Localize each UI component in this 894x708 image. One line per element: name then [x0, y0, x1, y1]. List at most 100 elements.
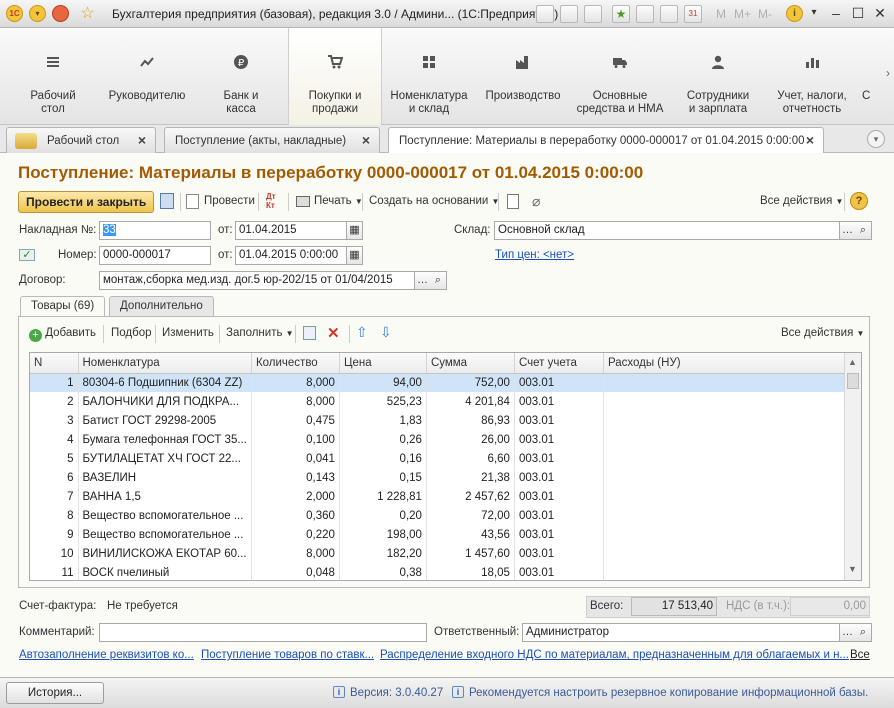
print-button[interactable]: Печать ▼ [314, 195, 363, 207]
table-cell[interactable]: 003.01 [514, 430, 604, 449]
table-cell[interactable]: ВОСК пчелиный [78, 563, 252, 580]
table-cell[interactable]: 003.01 [514, 544, 604, 563]
table-cell[interactable]: 5 [30, 449, 79, 468]
memory-plus-button[interactable]: M+ [734, 7, 751, 21]
table-cell[interactable]: 72,00 [426, 506, 515, 525]
section-more[interactable]: С [862, 28, 876, 125]
table-cell[interactable]: 0,15 [339, 468, 427, 487]
table-cell[interactable]: 7 [30, 487, 79, 506]
receipt-rates-link[interactable]: Поступление товаров по ставк... [201, 649, 374, 661]
section-desktop[interactable]: Рабочий стол [10, 28, 96, 125]
section-employees[interactable]: Сотрудники и зарплата [674, 28, 762, 125]
help-icon[interactable]: ? [850, 192, 868, 210]
invoice-date-field[interactable]: 01.04.2015 [235, 221, 347, 240]
table-cell[interactable]: 2 [30, 392, 79, 411]
table-cell[interactable]: 0,360 [251, 506, 340, 525]
table-row[interactable]: 8 Вещество вспомогательное ... 0,360 0,20 72… [30, 506, 852, 525]
backup-notice[interactable]: Рекомендуется настроить резервное копиро… [469, 687, 868, 699]
tab-desktop[interactable]: Рабочий стол × [6, 127, 156, 153]
scroll-up-icon[interactable]: ▲ [848, 357, 857, 367]
table-cell[interactable]: 0,143 [251, 468, 340, 487]
table-cell[interactable]: 8 [30, 506, 79, 525]
table-cell[interactable]: 003.01 [514, 506, 604, 525]
table-cell[interactable]: 003.01 [514, 563, 604, 580]
table-row[interactable]: 6 ВАЗЕЛИН 0,143 0,15 21,38 003.01 [30, 468, 852, 487]
favorites-star-icon[interactable]: ☆ [79, 5, 96, 22]
close-icon[interactable]: ✕ [870, 4, 890, 22]
close-icon[interactable]: × [806, 132, 814, 148]
table-cell[interactable]: ВАННА 1,5 [78, 487, 252, 506]
table-cell[interactable]: 4 [30, 430, 79, 449]
table-cell[interactable]: 21,38 [426, 468, 515, 487]
select-button[interactable]: … [839, 221, 856, 240]
table-cell[interactable]: 3 [30, 411, 79, 430]
search-icon[interactable]: ⌕ [855, 221, 872, 240]
delete-icon[interactable]: ✕ [327, 324, 340, 342]
favorite-add-icon[interactable]: ★ [612, 5, 630, 23]
table-cell[interactable]: 9 [30, 525, 79, 544]
table-row[interactable]: 7 ВАННА 1,5 2,000 1 228,81 2 457,62 003.01 [30, 487, 852, 506]
table-cell[interactable]: 0,38 [339, 563, 427, 580]
table-cell[interactable] [603, 525, 852, 544]
table-cell[interactable]: 0,220 [251, 525, 340, 544]
section-bank[interactable]: ₽ Банк и касса [196, 28, 286, 125]
section-purchases[interactable]: Покупки и продажи [288, 28, 382, 125]
table-cell[interactable]: 18,05 [426, 563, 515, 580]
table-row[interactable]: 4 Бумага телефонная ГОСТ 35... 0,100 0,26 26… [30, 430, 852, 449]
price-type-link[interactable]: Тип цен: <нет> [495, 249, 574, 261]
app-logo-icon[interactable]: 1С [6, 5, 23, 22]
document-icon[interactable] [507, 194, 519, 209]
memory-minus-button[interactable]: M- [758, 7, 772, 21]
table-cell[interactable]: 003.01 [514, 525, 604, 544]
table-cell[interactable]: 10 [30, 544, 79, 563]
section-production[interactable]: Производство [478, 28, 568, 125]
tab-receipts-list[interactable]: Поступление (акты, накладные) × [164, 127, 380, 153]
table-cell[interactable]: 1 457,60 [426, 544, 515, 563]
table-cell[interactable]: БУТИЛАЦЕТАТ ХЧ ГОСТ 22... [78, 449, 252, 468]
col-sum-header[interactable]: Сумма [426, 353, 515, 374]
section-fixed-assets[interactable]: Основные средства и НМА [572, 28, 668, 125]
col-quantity-header[interactable]: Количество [251, 353, 340, 374]
table-cell[interactable]: 94,00 [339, 373, 427, 392]
tab-additional[interactable]: Дополнительно [109, 296, 214, 316]
table-cell[interactable]: 4 201,84 [426, 392, 515, 411]
number-date-field[interactable]: 01.04.2015 0:00:00 [235, 246, 347, 265]
section-nomenclature[interactable]: Номенклатура и склад [384, 28, 474, 125]
table-cell[interactable]: 1 228,81 [339, 487, 427, 506]
search-icon[interactable]: ⌕ [430, 271, 447, 290]
table-cell[interactable]: 198,00 [339, 525, 427, 544]
table-cell[interactable]: 0,048 [251, 563, 340, 580]
invoice-number-field[interactable]: 33 [99, 221, 211, 240]
table-cell[interactable]: 1,83 [339, 411, 427, 430]
save-icon[interactable] [160, 193, 174, 209]
table-cell[interactable] [603, 411, 852, 430]
table-cell[interactable]: 525,23 [339, 392, 427, 411]
table-cell[interactable]: 003.01 [514, 373, 604, 392]
table-cell[interactable]: 003.01 [514, 411, 604, 430]
vat-distribution-link[interactable]: Распределение входного НДС по материалам… [380, 649, 849, 661]
table-cell[interactable]: 80304-6 Подшипник (6304 ZZ) [78, 373, 252, 392]
post-button[interactable]: Провести [204, 195, 255, 207]
table-cell[interactable]: 26,00 [426, 430, 515, 449]
table-cell[interactable]: Батист ГОСТ 29298-2005 [78, 411, 252, 430]
table-cell[interactable] [603, 487, 852, 506]
info-icon[interactable]: i [786, 5, 803, 22]
calendar-icon[interactable]: ▦ [346, 246, 363, 265]
table-row[interactable]: 2 БАЛОНЧИКИ ДЛЯ ПОДКРА... 8,000 525,23 4 201… [30, 392, 852, 411]
calendar-icon[interactable]: ▦ [346, 221, 363, 240]
table-cell[interactable]: 8,000 [251, 373, 340, 392]
table-cell[interactable]: 0,475 [251, 411, 340, 430]
more-icon[interactable]: ▾ [804, 4, 824, 22]
autofill-link[interactable]: Автозаполнение реквизитов ко... [19, 649, 194, 661]
table-cell[interactable]: 8,000 [251, 392, 340, 411]
home-icon[interactable] [52, 5, 69, 22]
table-cell[interactable]: 003.01 [514, 487, 604, 506]
table-all-actions-button[interactable]: Все действия ▼ [781, 327, 864, 339]
table-cell[interactable]: ВИНИЛИСКОЖА ЕКОТАР 60... [78, 544, 252, 563]
memory-button[interactable]: M [716, 7, 726, 21]
table-cell[interactable]: 8,000 [251, 544, 340, 563]
create-based-on-button[interactable]: Создать на основании ▼ [369, 195, 499, 207]
number-field[interactable]: 0000-000017 [99, 246, 211, 265]
table-cell[interactable] [603, 373, 852, 392]
table-cell[interactable]: 0,20 [339, 506, 427, 525]
